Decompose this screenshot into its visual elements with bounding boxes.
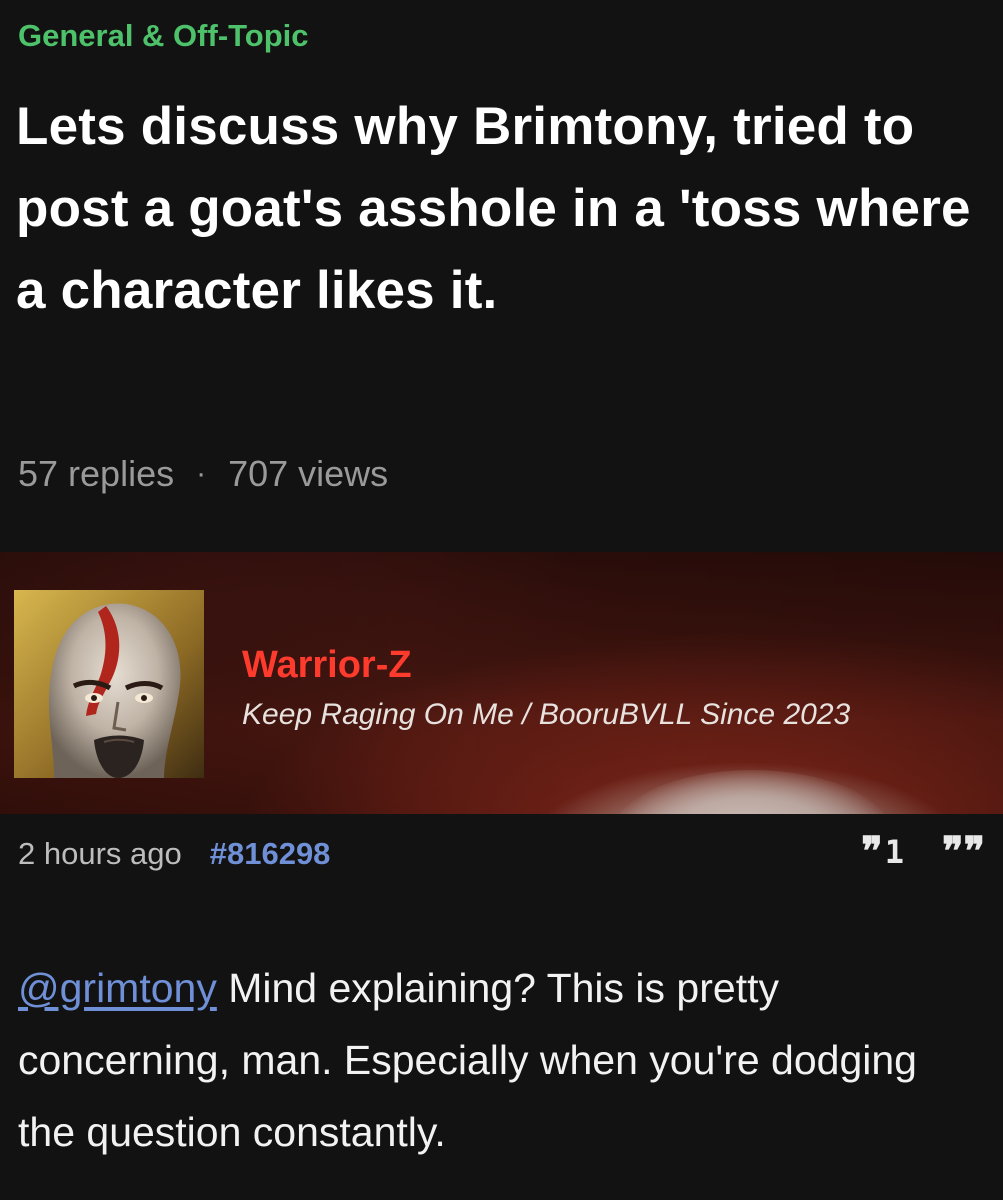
thread-title: Lets discuss why Brimtony, tried to post… — [16, 97, 971, 320]
kratos-avatar-icon — [14, 590, 204, 778]
thread-stats: 57 replies · 707 views — [18, 453, 388, 495]
post-meta: 2 hours ago #816298 — [18, 836, 330, 872]
post-number-link[interactable]: #816298 — [210, 836, 331, 872]
post-body: @grimtony Mind explaining? This is prett… — [18, 952, 978, 1168]
author-avatar[interactable] — [14, 590, 204, 778]
stats-separator: · — [196, 457, 207, 490]
author-tagline: Keep Raging On Me / BooruBVLL Since 2023 — [242, 698, 851, 731]
post-timestamp: 2 hours ago — [18, 836, 182, 871]
quote-button[interactable]: ❞❞ — [942, 832, 985, 872]
user-mention-link[interactable]: @grimtony — [18, 965, 217, 1011]
replies-button[interactable]: ❞ 1 — [861, 832, 904, 872]
reply-count: 1 — [884, 833, 904, 871]
category-link[interactable]: General & Off-Topic — [18, 18, 309, 54]
view-count-stat: 707 views — [228, 453, 389, 494]
quote-icon: ❞❞ — [941, 828, 985, 875]
reply-count-stat: 57 replies — [18, 453, 175, 494]
author-name[interactable]: Warrior-Z — [242, 644, 412, 687]
post-actions: ❞ 1 ❞❞ — [861, 832, 985, 872]
reply-quote-icon: ❞ — [861, 828, 883, 875]
author-banner: Warrior-Z Keep Raging On Me / BooruBVLL … — [0, 552, 1003, 814]
